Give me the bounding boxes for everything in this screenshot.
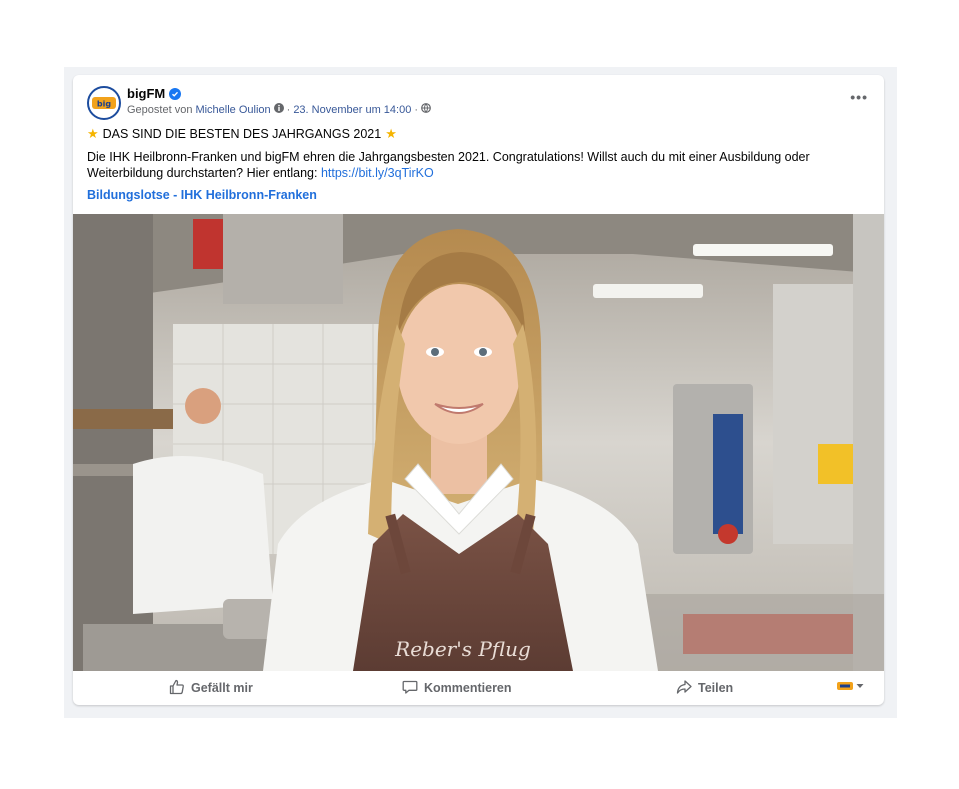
post-timestamp[interactable]: 23. November um 14:00 [293, 104, 411, 116]
like-label: Gefällt mir [191, 681, 253, 695]
post-body-text: Die IHK Heilbronn-Franken und bigFM ehre… [87, 150, 810, 180]
verified-badge-icon [169, 87, 182, 100]
meta-separator: · [414, 103, 418, 116]
post-action-bar: Gefällt mir Kommentieren Teilen [73, 671, 884, 705]
post-photo[interactable]: Reber's Pflug [73, 214, 884, 671]
headline-text: DAS SIND DIE BESTEN DES JAHRGANGS 2021 [102, 127, 382, 141]
more-options-icon[interactable]: ••• [850, 89, 868, 105]
bigfm-logo-small [837, 682, 853, 690]
comment-label: Kommentieren [424, 681, 512, 695]
post-meta: Gepostet von Michelle Oulion · 23. Novem… [127, 103, 431, 116]
share-arrow-icon [676, 679, 692, 698]
apron-text: Reber's Pflug [394, 637, 531, 661]
post-body: Die IHK Heilbronn-Franken und bigFM ehre… [87, 149, 867, 181]
thumbs-up-icon [169, 679, 185, 698]
star-icon: ★ [87, 126, 99, 141]
meta-separator: · [286, 103, 291, 116]
comment-bubble-icon [402, 679, 418, 698]
like-button[interactable]: Gefällt mir [169, 671, 253, 705]
facebook-post: big bigFM Gepostet von Michelle Oulion ·… [73, 75, 884, 705]
page-avatar[interactable]: big [87, 86, 121, 120]
svg-text:big: big [97, 100, 111, 109]
tagged-page-link[interactable]: Bildungslotse - IHK Heilbronn-Franken [87, 188, 317, 202]
post-link[interactable]: https://bit.ly/3qTirKO [321, 166, 434, 180]
chevron-down-icon [856, 684, 864, 688]
bigfm-logo: big [92, 97, 116, 109]
share-button[interactable]: Teilen [676, 671, 733, 705]
page-identity-selector[interactable] [837, 681, 864, 691]
page-name-text[interactable]: bigFM [127, 86, 165, 101]
comment-button[interactable]: Kommentieren [402, 671, 512, 705]
posted-by-prefix: Gepostet von [127, 103, 193, 116]
kitchen-photo-image: Reber's Pflug [73, 214, 884, 671]
star-icon: ★ [385, 126, 397, 141]
post-headline: ★ DAS SIND DIE BESTEN DES JAHRGANGS 2021… [87, 126, 397, 142]
info-icon[interactable] [273, 103, 284, 116]
posted-by-link[interactable]: Michelle Oulion [195, 104, 270, 116]
globe-icon [421, 103, 431, 116]
page-name[interactable]: bigFM [127, 86, 182, 101]
share-label: Teilen [698, 681, 734, 695]
